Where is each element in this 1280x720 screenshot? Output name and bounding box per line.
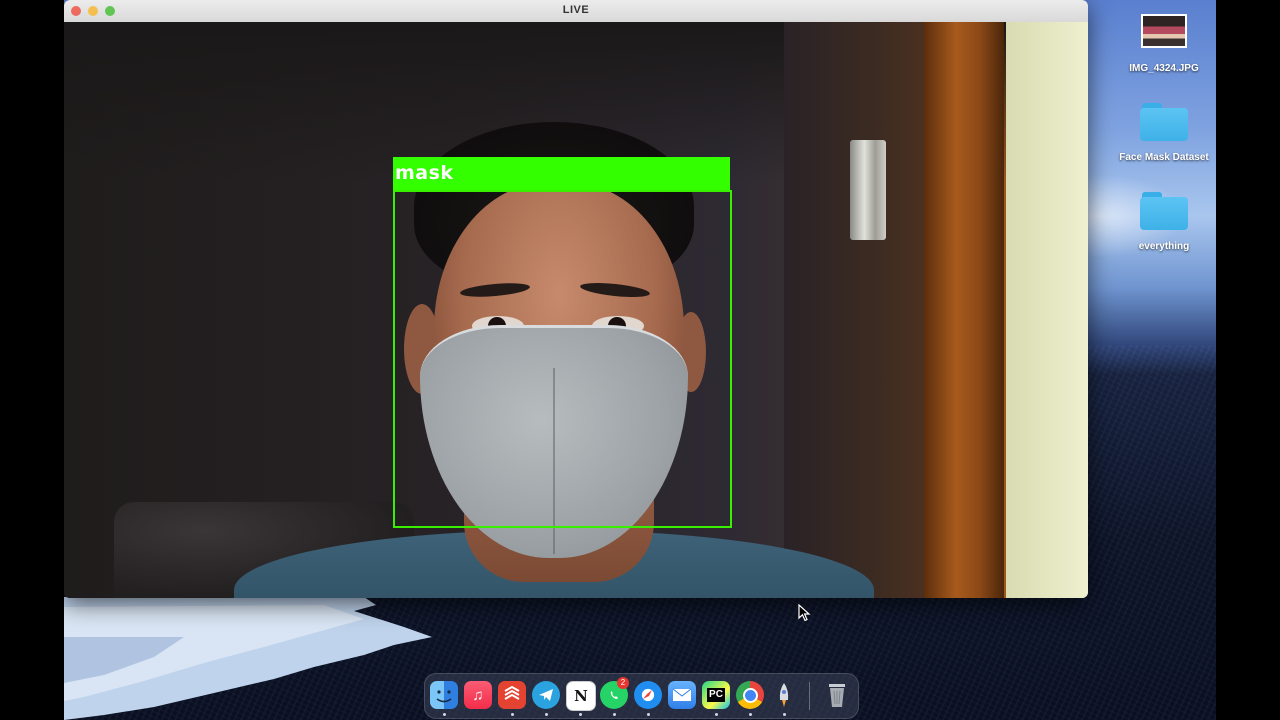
music-icon[interactable]: ♫	[464, 681, 492, 709]
telegram-icon[interactable]	[532, 681, 560, 709]
detection-label: mask	[395, 162, 454, 184]
notion-icon[interactable]: N	[566, 681, 596, 711]
desktop-folder-everything[interactable]: everything	[1109, 192, 1216, 252]
notification-badge: 2	[617, 677, 629, 689]
live-window[interactable]: LIVE mask	[64, 0, 1088, 598]
trash-icon[interactable]	[823, 681, 851, 709]
dock-separator	[809, 682, 810, 710]
mouse-cursor-icon	[798, 604, 811, 622]
dock: ♫ N 2 PC	[424, 673, 859, 719]
desktop-item-label: everything	[1138, 241, 1190, 252]
camera-feed: mask	[64, 22, 1088, 598]
desktop-folder-face-mask-dataset[interactable]: Face Mask Dataset	[1109, 103, 1216, 163]
folder-icon	[1140, 103, 1188, 141]
pycharm-glyph: PC	[707, 688, 725, 702]
todoist-icon[interactable]	[498, 681, 526, 709]
chrome-icon[interactable]	[736, 681, 764, 709]
door	[784, 22, 924, 598]
rocket-icon[interactable]	[770, 681, 798, 709]
desktop-item-label: IMG_4324.JPG	[1129, 63, 1199, 74]
safari-icon[interactable]	[634, 681, 662, 709]
detection-bounding-box	[393, 190, 732, 528]
window-titlebar[interactable]: LIVE	[64, 0, 1088, 23]
wall	[1006, 22, 1088, 598]
pycharm-icon[interactable]: PC	[702, 681, 730, 709]
desktop-file-img-4324[interactable]: IMG_4324.JPG	[1109, 14, 1216, 74]
desktop-item-label: Face Mask Dataset	[1119, 152, 1209, 163]
door-frame	[924, 22, 1004, 598]
image-file-icon	[1141, 14, 1187, 48]
door-hinge	[850, 140, 886, 240]
mail-icon[interactable]	[668, 681, 696, 709]
folder-icon	[1140, 192, 1188, 230]
window-title: LIVE	[562, 4, 590, 16]
wallpaper-wave-foam	[64, 597, 432, 720]
finder-icon[interactable]	[430, 681, 458, 709]
